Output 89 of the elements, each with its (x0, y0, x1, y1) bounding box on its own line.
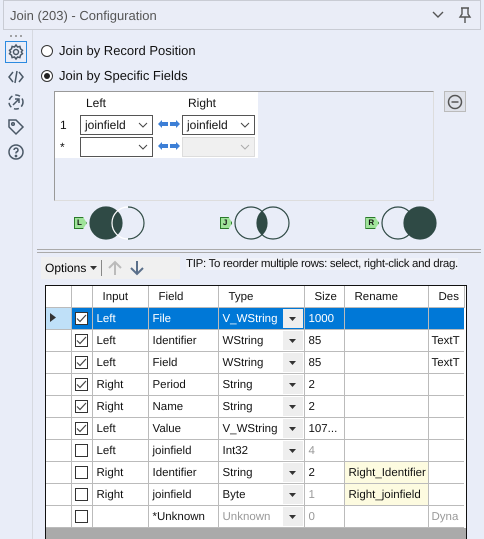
table-cell: 1000 (308, 312, 334, 324)
table-cell: Left (96, 444, 116, 456)
table-cell: 85 (308, 356, 322, 368)
window-title: Join (203) - Configuration (10, 8, 158, 22)
table-cell: 0 (308, 510, 315, 522)
table-cell: Left (96, 356, 116, 368)
radio-label[interactable]: Join by Record Position (59, 43, 196, 58)
move-down-icon[interactable] (128, 259, 146, 277)
checkbox[interactable] (75, 422, 88, 435)
row-marker: 1 (60, 118, 67, 132)
dropdown-icon[interactable] (289, 404, 296, 408)
table-cell: Left (96, 312, 116, 324)
table-cell: 4 (308, 444, 315, 456)
dropdown-icon[interactable] (289, 382, 296, 386)
right-field-dropdown[interactable]: joinfield (182, 115, 255, 135)
checkbox[interactable] (75, 400, 88, 413)
dropdown-icon[interactable] (289, 470, 296, 474)
chevron-down-icon[interactable] (240, 122, 250, 128)
table-cell: 2 (308, 378, 315, 390)
checkbox[interactable] (75, 510, 88, 523)
table-cell: Right (96, 400, 124, 412)
row-marker: * (60, 140, 65, 154)
dropdown-icon[interactable] (289, 514, 296, 518)
table-cell: 1 (308, 488, 315, 500)
type-dropdown[interactable]: String (222, 378, 253, 390)
table-cell: Right (96, 488, 124, 500)
chevron-down-icon[interactable] (138, 122, 148, 128)
table-cell: Right (96, 466, 124, 478)
table-cell: 2 (308, 466, 315, 478)
settings-icon[interactable] (5, 41, 27, 63)
table-cell: Period (152, 378, 186, 390)
dropdown-icon[interactable] (289, 316, 296, 320)
chevron-down-icon[interactable] (138, 144, 148, 150)
checkbox[interactable] (75, 312, 88, 325)
table-cell: Dyna (432, 510, 458, 522)
swap-arrows-icon (157, 141, 181, 151)
remove-button[interactable] (444, 91, 466, 112)
output-anchor-tag[interactable]: J (220, 217, 232, 229)
table-cell: File (152, 312, 172, 324)
table-cell: Left (96, 334, 116, 346)
table-cell: *Unknown (152, 510, 205, 522)
type-dropdown[interactable]: String (222, 466, 253, 478)
dropdown-icon[interactable] (90, 266, 98, 270)
dropdown-icon[interactable] (289, 426, 296, 430)
output-anchor-tag[interactable]: L (74, 217, 87, 229)
checkbox[interactable] (75, 488, 88, 501)
type-dropdown[interactable]: Byte (222, 488, 246, 500)
table-cell: Field (152, 356, 178, 368)
venn-diagram-icon (88, 206, 145, 240)
current-row-icon (50, 312, 56, 322)
table-cell: joinfield (152, 488, 192, 500)
checkbox[interactable] (75, 356, 88, 369)
dropdown-icon[interactable] (289, 338, 296, 342)
checkbox[interactable] (75, 378, 88, 391)
checkbox[interactable] (75, 466, 88, 479)
table-cell: TextT (432, 334, 460, 346)
radio-button[interactable] (41, 70, 53, 82)
column-header: Right (182, 92, 258, 114)
table-cell: Name (152, 400, 184, 412)
table-cell: 85 (308, 334, 322, 346)
checkbox[interactable] (75, 444, 88, 457)
pin-icon[interactable] (458, 7, 472, 23)
dropdown-icon[interactable] (289, 448, 296, 452)
table-cell: Identifier (152, 334, 197, 346)
checkbox[interactable] (75, 334, 88, 347)
table-cell: 107... (308, 422, 338, 434)
venn-diagram-icon (381, 206, 438, 240)
column-header: Left (80, 92, 156, 114)
swap-arrows-icon (157, 119, 181, 129)
left-field-dropdown[interactable] (80, 137, 153, 157)
table-cell: Right (96, 378, 124, 390)
table-cell: Value (152, 422, 182, 434)
dropdown-icon[interactable] (289, 360, 296, 364)
more-icon[interactable] (9, 34, 23, 38)
left-field-dropdown[interactable]: joinfield (80, 115, 153, 135)
table-cell: joinfield (152, 444, 192, 456)
chevron-down-icon[interactable] (432, 11, 444, 19)
type-dropdown[interactable]: String (222, 400, 253, 412)
table-cell: Identifier (152, 466, 197, 478)
radio-button[interactable] (41, 44, 53, 56)
tip-text: TIP: To reorder multiple rows: select, right-click and drag. (186, 258, 458, 270)
table-cell: Left (96, 422, 116, 434)
type-dropdown[interactable]: Int32 (222, 444, 248, 456)
table-cell: TextT (432, 356, 460, 368)
table-cell: 2 (308, 400, 315, 412)
output-anchor-tag[interactable]: R (365, 217, 380, 229)
venn-diagram-icon (234, 206, 290, 240)
radio-label[interactable]: Join by Specific Fields (59, 68, 188, 83)
dropdown-icon[interactable] (289, 492, 296, 496)
